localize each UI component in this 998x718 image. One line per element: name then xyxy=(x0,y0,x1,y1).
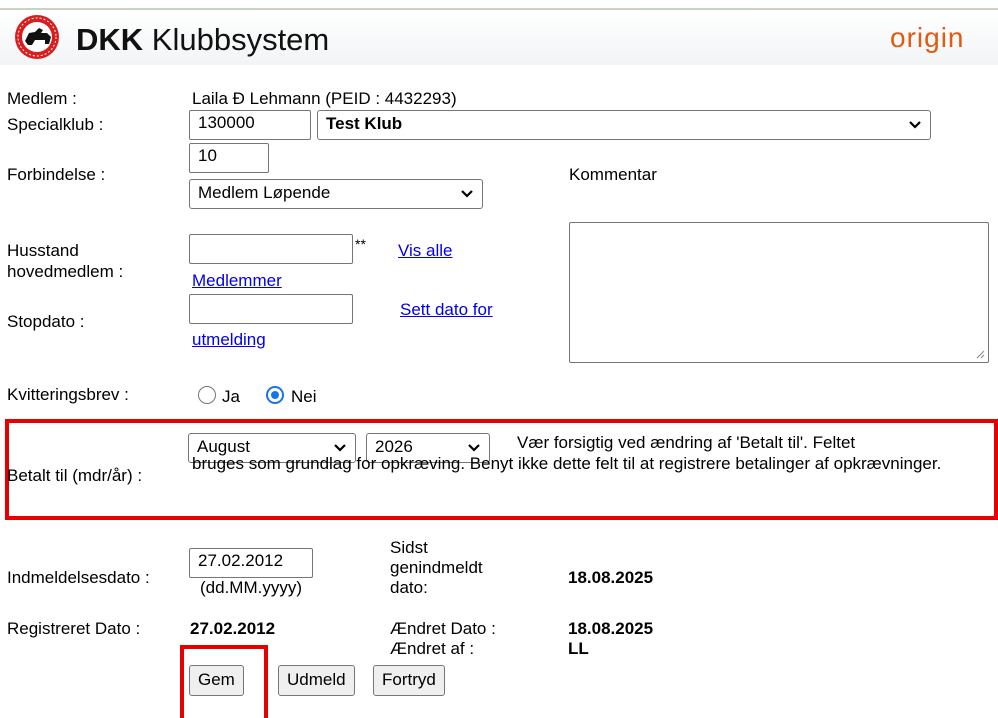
save-button[interactable]: Gem xyxy=(189,665,244,696)
chevron-down-icon xyxy=(461,190,473,198)
changed-by-value: LL xyxy=(568,639,589,658)
household-label-line2: hovedmedlem : xyxy=(7,262,124,281)
join-date-label: Indmeldelsesdato : xyxy=(7,568,150,587)
connection-code-input[interactable]: 10 xyxy=(189,143,269,173)
household-label-line1: Husstand xyxy=(7,241,79,260)
set-unsubscribe-date-link[interactable]: Sett dato for xyxy=(400,300,493,320)
household-required-marker: ** xyxy=(355,236,366,252)
stop-date-input[interactable] xyxy=(189,294,353,324)
club-label: Specialklub : xyxy=(7,115,104,134)
stop-date-label: Stopdato : xyxy=(7,312,85,331)
show-all-members-link[interactable]: Vis alle xyxy=(398,241,453,261)
rejoin-label-line1: Sidst xyxy=(390,538,428,557)
club-select-value: Test Klub xyxy=(326,114,403,133)
chevron-down-icon xyxy=(909,121,921,129)
connection-label: Forbindelse : xyxy=(7,165,106,184)
join-date-input[interactable]: 27.02.2012 xyxy=(189,548,313,578)
paid-until-label: Betalt til (mdr/år) : xyxy=(7,466,143,485)
receipt-yes-label: Ja xyxy=(222,387,240,406)
dkk-logo-icon xyxy=(15,15,59,59)
paid-until-warning: Vær forsigtig ved ændring af 'Betalt til… xyxy=(192,432,992,474)
cancel-button[interactable]: Fortryd xyxy=(373,665,445,696)
household-main-member-input[interactable] xyxy=(189,234,353,264)
comment-textarea[interactable] xyxy=(569,222,989,363)
show-all-members-link-cont[interactable]: Medlemmer xyxy=(192,271,282,291)
comment-label: Kommentar xyxy=(569,165,657,184)
rejoin-label-line2: genindmeldt xyxy=(390,558,483,577)
member-value: Laila Ð Lehmann (PEID : 4432293) xyxy=(192,89,457,108)
app-title: DKK Klubbsystem xyxy=(76,22,330,57)
registered-date-value: 27.02.2012 xyxy=(190,619,276,638)
club-code-input[interactable]: 130000 xyxy=(189,110,311,140)
resize-grip-icon xyxy=(976,350,985,359)
club-select[interactable]: Test Klub xyxy=(317,110,931,140)
set-unsubscribe-date-link-cont[interactable]: utmelding xyxy=(192,330,266,350)
receipt-yes-radio[interactable] xyxy=(198,386,216,404)
connection-select-value: Medlem Løpende xyxy=(198,183,331,202)
unsubscribe-button[interactable]: Udmeld xyxy=(278,665,355,696)
paid-until-warning-line1: Vær forsigtig ved ændring af 'Betalt til… xyxy=(517,433,856,452)
changed-date-value: 18.08.2025 xyxy=(568,619,654,638)
receipt-no-radio[interactable] xyxy=(266,386,284,404)
registered-date-label: Registreret Dato : xyxy=(7,619,141,638)
receipt-letter-label: Kvitteringsbrev : xyxy=(7,385,129,404)
changed-by-label: Ændret af : xyxy=(390,639,475,658)
rejoin-date-value: 18.08.2025 xyxy=(568,568,654,587)
member-label: Medlem : xyxy=(7,89,77,108)
brand-logo: origin xyxy=(890,22,965,53)
connection-select[interactable]: Medlem Løpende xyxy=(189,179,483,209)
rejoin-label-line3: dato: xyxy=(390,578,428,597)
receipt-no-label: Nei xyxy=(291,387,317,406)
changed-date-label: Ændret Dato : xyxy=(390,619,496,638)
join-date-format-hint: (dd.MM.yyyy) xyxy=(200,578,302,597)
paid-until-warning-rest: bruges som grundlag for opkræving. Benyt… xyxy=(192,454,942,473)
